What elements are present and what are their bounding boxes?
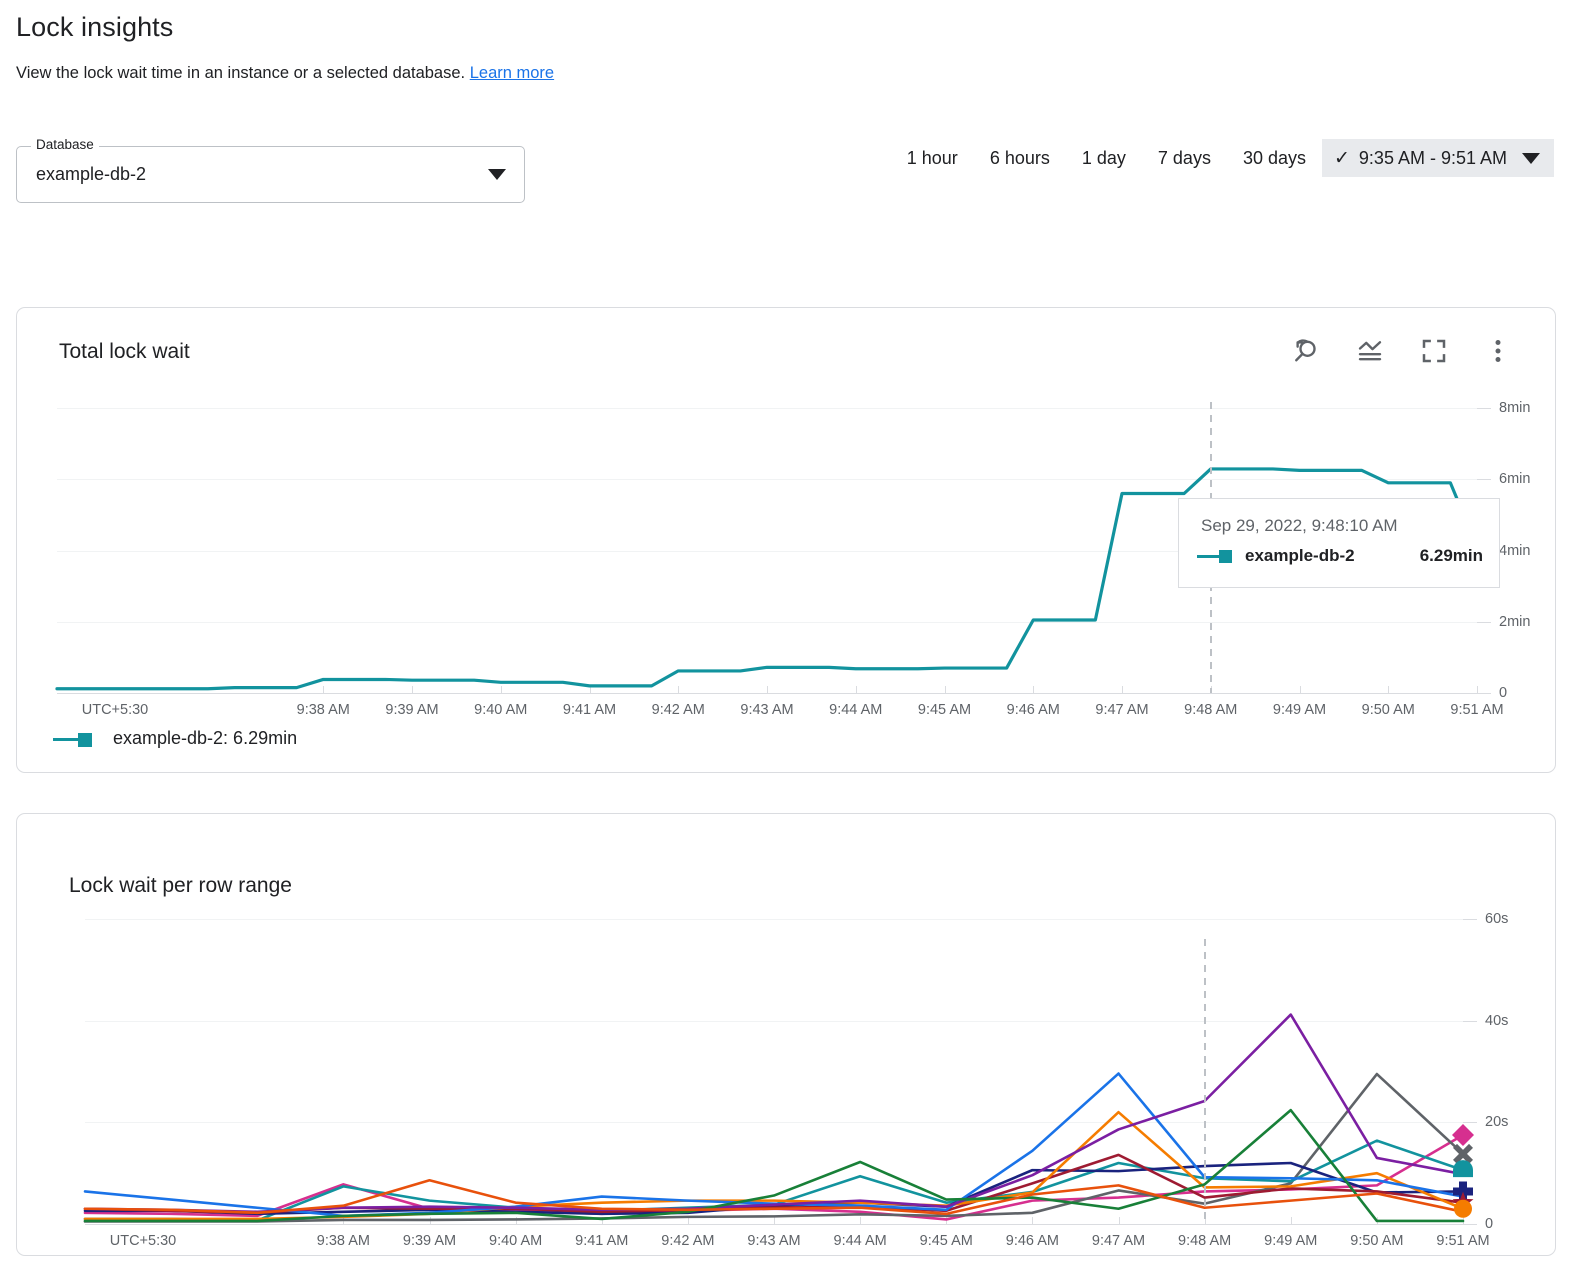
card-total-lock-wait: Total lock wait xyxy=(16,307,1556,773)
chart-cursor-line xyxy=(1204,939,1206,1224)
learn-more-link[interactable]: Learn more xyxy=(470,64,554,82)
series-line xyxy=(85,1015,1463,1212)
series-end-marker xyxy=(1454,1200,1472,1218)
y-axis-label: 8min xyxy=(1499,400,1530,416)
y-axis-tick xyxy=(1477,479,1491,480)
series-end-marker xyxy=(1452,1124,1474,1146)
chevron-down-icon xyxy=(488,169,506,180)
y-axis-label: 4min xyxy=(1499,543,1530,559)
time-range-option-7-days[interactable]: 7 days xyxy=(1142,139,1227,177)
fullscreen-icon[interactable] xyxy=(1419,336,1449,366)
series-line xyxy=(85,1180,1463,1214)
card-title: Lock wait per row range xyxy=(69,874,292,898)
y-axis-tick xyxy=(1463,1021,1477,1022)
tooltip-timestamp: Sep 29, 2022, 9:48:10 AM xyxy=(1201,516,1398,536)
time-range-option-1-hour[interactable]: 1 hour xyxy=(891,139,974,177)
y-axis-tick xyxy=(1477,622,1491,623)
legend-label: example-db-2: 6.29min xyxy=(113,728,297,749)
time-range-option-1-day[interactable]: 1 day xyxy=(1066,139,1142,177)
database-select-value: example-db-2 xyxy=(36,164,146,185)
chart-tooltip: Sep 29, 2022, 9:48:10 AM example-db-2 6.… xyxy=(1178,498,1500,588)
database-select[interactable]: Database example-db-2 xyxy=(16,146,525,203)
card-title: Total lock wait xyxy=(59,340,190,364)
chevron-down-icon xyxy=(1522,153,1540,164)
lock-insights-page: Lock insights View the lock wait time in… xyxy=(0,0,1572,1276)
card-lock-wait-per-row-range: Lock wait per row range 020s40s60s9:38 A… xyxy=(16,813,1556,1256)
y-axis-tick xyxy=(1463,1224,1477,1225)
y-axis-tick xyxy=(1477,693,1491,694)
time-range-custom-label: 9:35 AM - 9:51 AM xyxy=(1359,148,1507,169)
chart-series-layer xyxy=(85,919,1463,1238)
y-axis-tick xyxy=(1463,1122,1477,1123)
time-range-selector: 1 hour 6 hours 1 day 7 days 30 days ✓ 9:… xyxy=(891,139,1554,177)
tooltip-series-row: example-db-2 6.29min xyxy=(1197,546,1483,566)
x-axis-tick xyxy=(1477,686,1478,693)
chart-lock-wait-per-row-range[interactable]: 020s40s60s9:38 AM9:39 AM9:40 AM9:41 AM9:… xyxy=(85,919,1505,1224)
chart-style-icon[interactable] xyxy=(1355,336,1385,366)
y-axis-label: 2min xyxy=(1499,614,1530,630)
y-axis-tick xyxy=(1463,919,1477,920)
page-subtitle-text: View the lock wait time in an instance o… xyxy=(16,64,465,82)
database-select-label: Database xyxy=(31,137,99,152)
y-axis-label: 20s xyxy=(1485,1114,1508,1130)
chart-legend[interactable]: example-db-2: 6.29min xyxy=(53,728,297,749)
series-color-swatch xyxy=(1197,549,1237,563)
y-axis-label: 0 xyxy=(1499,685,1507,701)
page-subtitle: View the lock wait time in an instance o… xyxy=(16,64,554,83)
y-axis-label: 40s xyxy=(1485,1013,1508,1029)
tooltip-series-value: 6.29min xyxy=(1420,546,1483,566)
page-title: Lock insights xyxy=(16,12,173,43)
card-toolbar xyxy=(1291,336,1513,366)
y-axis-label: 6min xyxy=(1499,471,1530,487)
y-axis-label: 0 xyxy=(1485,1216,1493,1232)
y-axis-label: 60s xyxy=(1485,911,1508,927)
time-range-custom-button[interactable]: ✓ 9:35 AM - 9:51 AM xyxy=(1322,139,1554,177)
more-options-icon[interactable] xyxy=(1483,336,1513,366)
reset-zoom-icon[interactable] xyxy=(1291,336,1321,366)
time-range-option-30-days[interactable]: 30 days xyxy=(1227,139,1322,177)
time-range-option-6-hours[interactable]: 6 hours xyxy=(974,139,1066,177)
tooltip-series-name: example-db-2 xyxy=(1245,546,1355,566)
y-axis-tick xyxy=(1477,408,1491,409)
check-icon: ✓ xyxy=(1334,149,1350,168)
legend-color-swatch xyxy=(53,731,97,747)
